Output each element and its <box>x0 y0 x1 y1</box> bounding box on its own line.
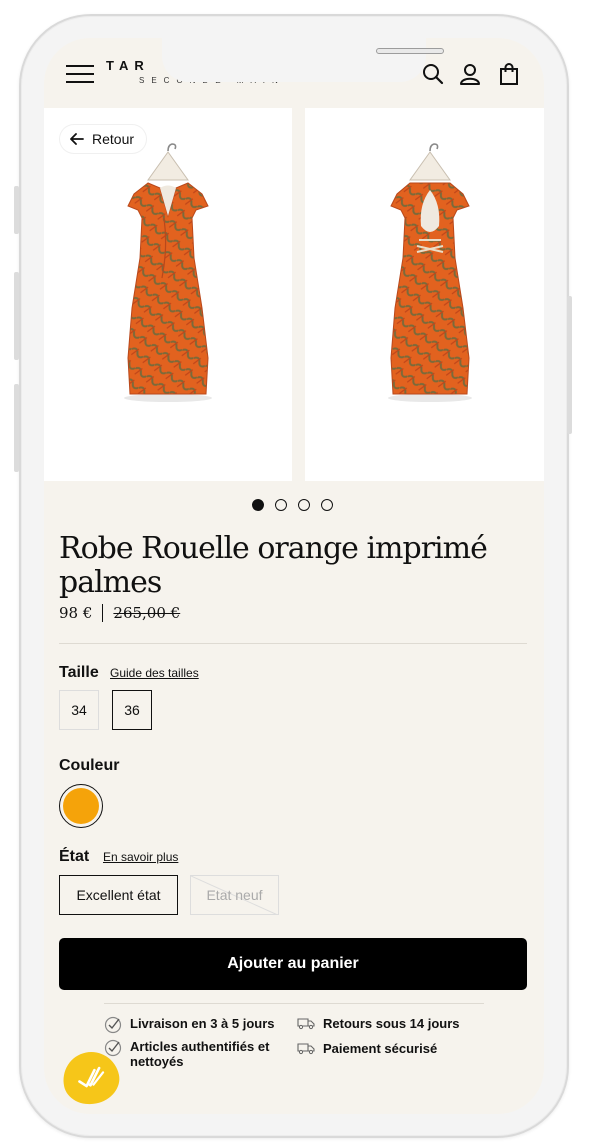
price-row: 98 € 265,00 € <box>59 604 180 622</box>
dress-back-illustration <box>388 143 472 402</box>
size-label: Taille <box>59 664 99 681</box>
product-image-front[interactable] <box>44 108 292 481</box>
carousel-dots <box>252 499 333 511</box>
condition-info-link[interactable]: En savoir plus <box>103 850 178 864</box>
account-icon[interactable] <box>458 62 482 86</box>
current-price: 98 € <box>59 604 93 622</box>
feature-delivery-text: Livraison en 3 à 5 jours <box>130 1016 275 1031</box>
price-separator <box>102 604 104 622</box>
condition-option-excellent[interactable]: Excellent état <box>59 875 178 915</box>
back-button[interactable]: Retour <box>60 125 147 153</box>
condition-option-new-label: Etat neuf <box>206 887 263 903</box>
back-label: Retour <box>92 131 135 147</box>
phone-side-button <box>14 384 19 472</box>
color-label: Couleur <box>59 757 120 774</box>
divider <box>104 1003 484 1004</box>
feature-returns: Retours sous 14 jours <box>297 1016 460 1031</box>
dress-front-illustration <box>124 143 212 402</box>
phone-side-button <box>567 296 572 434</box>
speaker <box>376 48 444 54</box>
carousel-dot-1[interactable] <box>252 499 264 511</box>
carousel-dot-4[interactable] <box>321 499 333 511</box>
feature-authentic-text: Articles authentifiés et nettoyés <box>130 1039 270 1069</box>
check-circle-icon <box>104 1016 122 1034</box>
double-check-icon <box>78 1066 105 1088</box>
phone-side-button <box>14 272 19 360</box>
product-image-back[interactable] <box>305 108 544 481</box>
color-swatch-orange <box>63 788 99 824</box>
app-screen: TAR SECONDE MAIN <box>44 38 544 1114</box>
feature-authentic: Articles authentifiés et nettoyés <box>104 1039 284 1069</box>
carousel-dot-2[interactable] <box>275 499 287 511</box>
carousel-dot-3[interactable] <box>298 499 310 511</box>
size-guide-link[interactable]: Guide des tailles <box>110 666 199 680</box>
original-price: 265,00 € <box>113 604 181 622</box>
feature-payment: Paiement sécurisé <box>297 1041 437 1056</box>
notch <box>162 38 444 82</box>
size-option-36[interactable]: 36 <box>112 690 152 730</box>
add-to-cart-button[interactable]: Ajouter au panier <box>59 938 527 990</box>
truck-icon <box>297 1018 315 1030</box>
cart-bag-icon[interactable] <box>497 62 521 86</box>
feature-delivery: Livraison en 3 à 5 jours <box>104 1016 275 1034</box>
size-option-34[interactable]: 34 <box>59 690 99 730</box>
feature-payment-text: Paiement sécurisé <box>323 1041 438 1056</box>
arrow-left-icon <box>70 133 84 145</box>
product-title: Robe Rouelle orange imprimé palmes <box>59 531 488 600</box>
menu-icon[interactable] <box>66 65 94 83</box>
feature-returns-text: Retours sous 14 jours <box>323 1016 460 1031</box>
check-circle-icon <box>104 1039 122 1057</box>
divider <box>59 643 527 644</box>
phone-side-button <box>14 186 19 234</box>
condition-option-new: Etat neuf <box>190 875 279 915</box>
logo[interactable]: TAR <box>106 58 150 73</box>
condition-label: État <box>59 848 90 865</box>
truck-icon <box>297 1043 315 1055</box>
search-icon[interactable] <box>421 62 445 86</box>
color-swatch-selected[interactable] <box>59 784 103 828</box>
